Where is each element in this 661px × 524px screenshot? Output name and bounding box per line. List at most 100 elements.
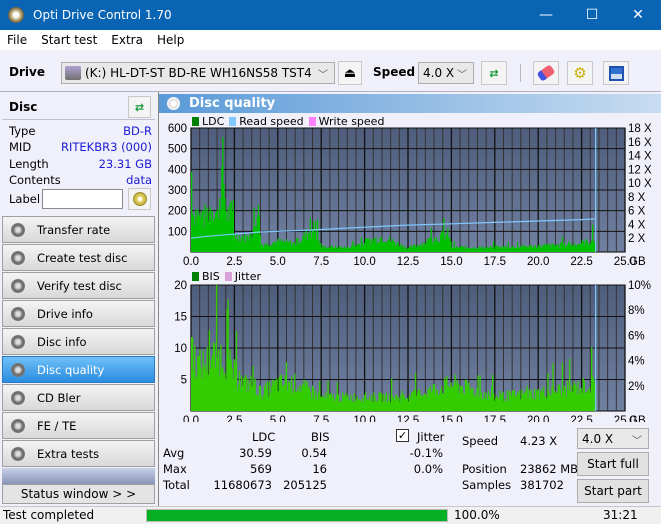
disc-type-label: Type bbox=[9, 124, 36, 138]
avg-ldc: 30.59 bbox=[239, 446, 272, 460]
nav-label: Create test disc bbox=[37, 250, 128, 265]
chart1-xtick: 5.0 bbox=[270, 256, 286, 268]
floppy-disk-icon bbox=[608, 65, 624, 81]
chart1-y2tick: 8 X bbox=[628, 192, 646, 204]
chart2-xtick: 22.5 bbox=[570, 415, 592, 422]
toolbar-divider bbox=[520, 64, 521, 82]
chart2-xtick: 0.0 bbox=[183, 415, 199, 422]
eraser-icon bbox=[536, 64, 556, 82]
extra-tests-icon bbox=[11, 446, 25, 461]
chart1-xtick: 22.5 bbox=[570, 256, 592, 268]
position-value: 23862 MB bbox=[520, 462, 579, 476]
title-bar: Opti Drive Control 1.70 — ☐ ✕ bbox=[0, 0, 661, 30]
sidebar-spacer bbox=[2, 468, 155, 484]
max-label: Max bbox=[163, 462, 187, 476]
samples-value: 381702 bbox=[520, 478, 564, 492]
refresh-arrows-icon: ⇄ bbox=[489, 66, 499, 80]
chevron-down-icon: ﹀ bbox=[318, 70, 328, 81]
chart1-xtick: 12.5 bbox=[397, 256, 419, 268]
start-part-button[interactable]: Start part bbox=[577, 479, 649, 503]
disc-type-row: Type BD-R bbox=[9, 124, 152, 138]
disc-icon bbox=[132, 192, 147, 206]
chart1-xlabel: GB bbox=[629, 256, 646, 268]
nav-transfer-rate[interactable]: Transfer rate bbox=[2, 216, 155, 243]
nav-cd-bler[interactable]: CD Bler bbox=[2, 384, 155, 411]
disc-header-label: Disc bbox=[9, 100, 38, 114]
gears-icon: ⚙ bbox=[573, 64, 587, 82]
chart2-ytick: 15 bbox=[174, 312, 187, 324]
erase-button[interactable] bbox=[533, 61, 559, 85]
chart1-xtick: 0.0 bbox=[183, 256, 199, 268]
start-full-button[interactable]: Start full bbox=[577, 452, 649, 476]
chart1-ytick: 100 bbox=[168, 226, 187, 238]
nav-label: FE / TE bbox=[37, 418, 77, 433]
speed-select[interactable]: 4.0 X ﹀ bbox=[418, 62, 474, 84]
menu-help[interactable]: Help bbox=[150, 33, 191, 47]
nav-drive-info[interactable]: Drive info bbox=[2, 300, 155, 327]
chart2-y2tick: 10% bbox=[628, 280, 651, 292]
disc-length-label: Length bbox=[9, 157, 49, 171]
nav-label: Disc quality bbox=[37, 362, 105, 377]
disc-mid-label: MID bbox=[9, 140, 32, 154]
nav-create-test-disc[interactable]: Create test disc bbox=[2, 244, 155, 271]
chart1-xtick: 7.5 bbox=[313, 256, 329, 268]
total-label: Total bbox=[163, 478, 190, 492]
speed-label: Speed bbox=[373, 65, 416, 79]
avg-bis: 0.54 bbox=[301, 446, 327, 460]
nav-extra-tests[interactable]: Extra tests bbox=[2, 440, 155, 467]
chart2-xtick: 2.5 bbox=[226, 415, 242, 422]
nav-verify-test-disc[interactable]: Verify test disc bbox=[2, 272, 155, 299]
close-button[interactable]: ✕ bbox=[615, 0, 661, 30]
eject-icon: ⏏ bbox=[343, 65, 357, 81]
jitter-checkbox[interactable]: ✓ bbox=[396, 429, 409, 442]
nav-fe-te[interactable]: FE / TE bbox=[2, 412, 155, 439]
chevron-down-icon: ﹀ bbox=[457, 70, 467, 81]
chart1-y2tick: 4 X bbox=[628, 219, 646, 231]
cd-bler-icon bbox=[11, 390, 25, 405]
nav-label: Verify test disc bbox=[37, 278, 122, 293]
menu-start-test[interactable]: Start test bbox=[34, 33, 104, 47]
settings-button[interactable]: ⚙ bbox=[567, 61, 593, 85]
disc-label-input[interactable] bbox=[42, 189, 123, 209]
refresh-arrows-icon: ⇄ bbox=[134, 100, 145, 114]
nav-label: Extra tests bbox=[37, 446, 100, 461]
menu-file[interactable]: File bbox=[0, 33, 34, 47]
toolbar: Drive (K:) HL-DT-ST BD-RE WH16NS58 TST4 … bbox=[0, 50, 661, 92]
chart2-xtick: 7.5 bbox=[313, 415, 329, 422]
chart2-y2tick: 4% bbox=[628, 356, 645, 368]
status-window-button[interactable]: Status window > > bbox=[2, 484, 155, 504]
test-speed-select[interactable]: 4.0 X ﹀ bbox=[577, 428, 649, 449]
drive-select[interactable]: (K:) HL-DT-ST BD-RE WH16NS58 TST4 ﹀ bbox=[61, 62, 335, 84]
disc-label-label: Label bbox=[9, 192, 41, 206]
chart1-y2tick: 16 X bbox=[628, 137, 652, 149]
charts-area: 100 200 300 400 500 600 2 X 4 X6 X 8 X 10 X 12 X14… bbox=[168, 123, 652, 422]
test-speed-value: 4.0 X bbox=[582, 431, 614, 446]
transfer-rate-icon bbox=[11, 222, 25, 237]
maximize-button[interactable]: ☐ bbox=[569, 0, 615, 30]
nav-disc-info[interactable]: Disc info bbox=[2, 328, 155, 355]
nav-disc-quality[interactable]: Disc quality bbox=[2, 356, 155, 383]
chart2-xtick: 10.0 bbox=[353, 415, 375, 422]
chart2-xlabel: GB bbox=[629, 415, 646, 422]
chart1-ytick: 200 bbox=[168, 206, 187, 218]
chart1-ytick: 600 bbox=[168, 123, 187, 135]
eject-button[interactable]: ⏏ bbox=[338, 61, 362, 85]
save-button[interactable] bbox=[603, 61, 629, 85]
disc-length-row: Length 23.31 GB bbox=[9, 157, 152, 171]
max-ldc: 569 bbox=[250, 462, 272, 476]
minimize-button[interactable]: — bbox=[523, 0, 569, 30]
chart1-xtick: 10.0 bbox=[353, 256, 375, 268]
drive-info-icon bbox=[11, 306, 25, 321]
disc-refresh-button[interactable]: ⇄ bbox=[128, 96, 151, 118]
status-text: Test completed bbox=[3, 508, 95, 522]
disc-label-apply-button[interactable] bbox=[128, 188, 151, 210]
max-bis: 16 bbox=[312, 462, 327, 476]
chart2-xtick: 5.0 bbox=[270, 415, 286, 422]
chart1-ytick: 500 bbox=[168, 144, 187, 156]
chart2-ytick: 5 bbox=[181, 375, 187, 387]
chart1-xtick: 17.5 bbox=[484, 256, 506, 268]
refresh-speed-button[interactable]: ⇄ bbox=[481, 61, 507, 85]
disc-contents-row: Contents data bbox=[9, 173, 152, 187]
menu-extra[interactable]: Extra bbox=[104, 33, 150, 47]
progress-text: 100.0% bbox=[454, 508, 500, 522]
